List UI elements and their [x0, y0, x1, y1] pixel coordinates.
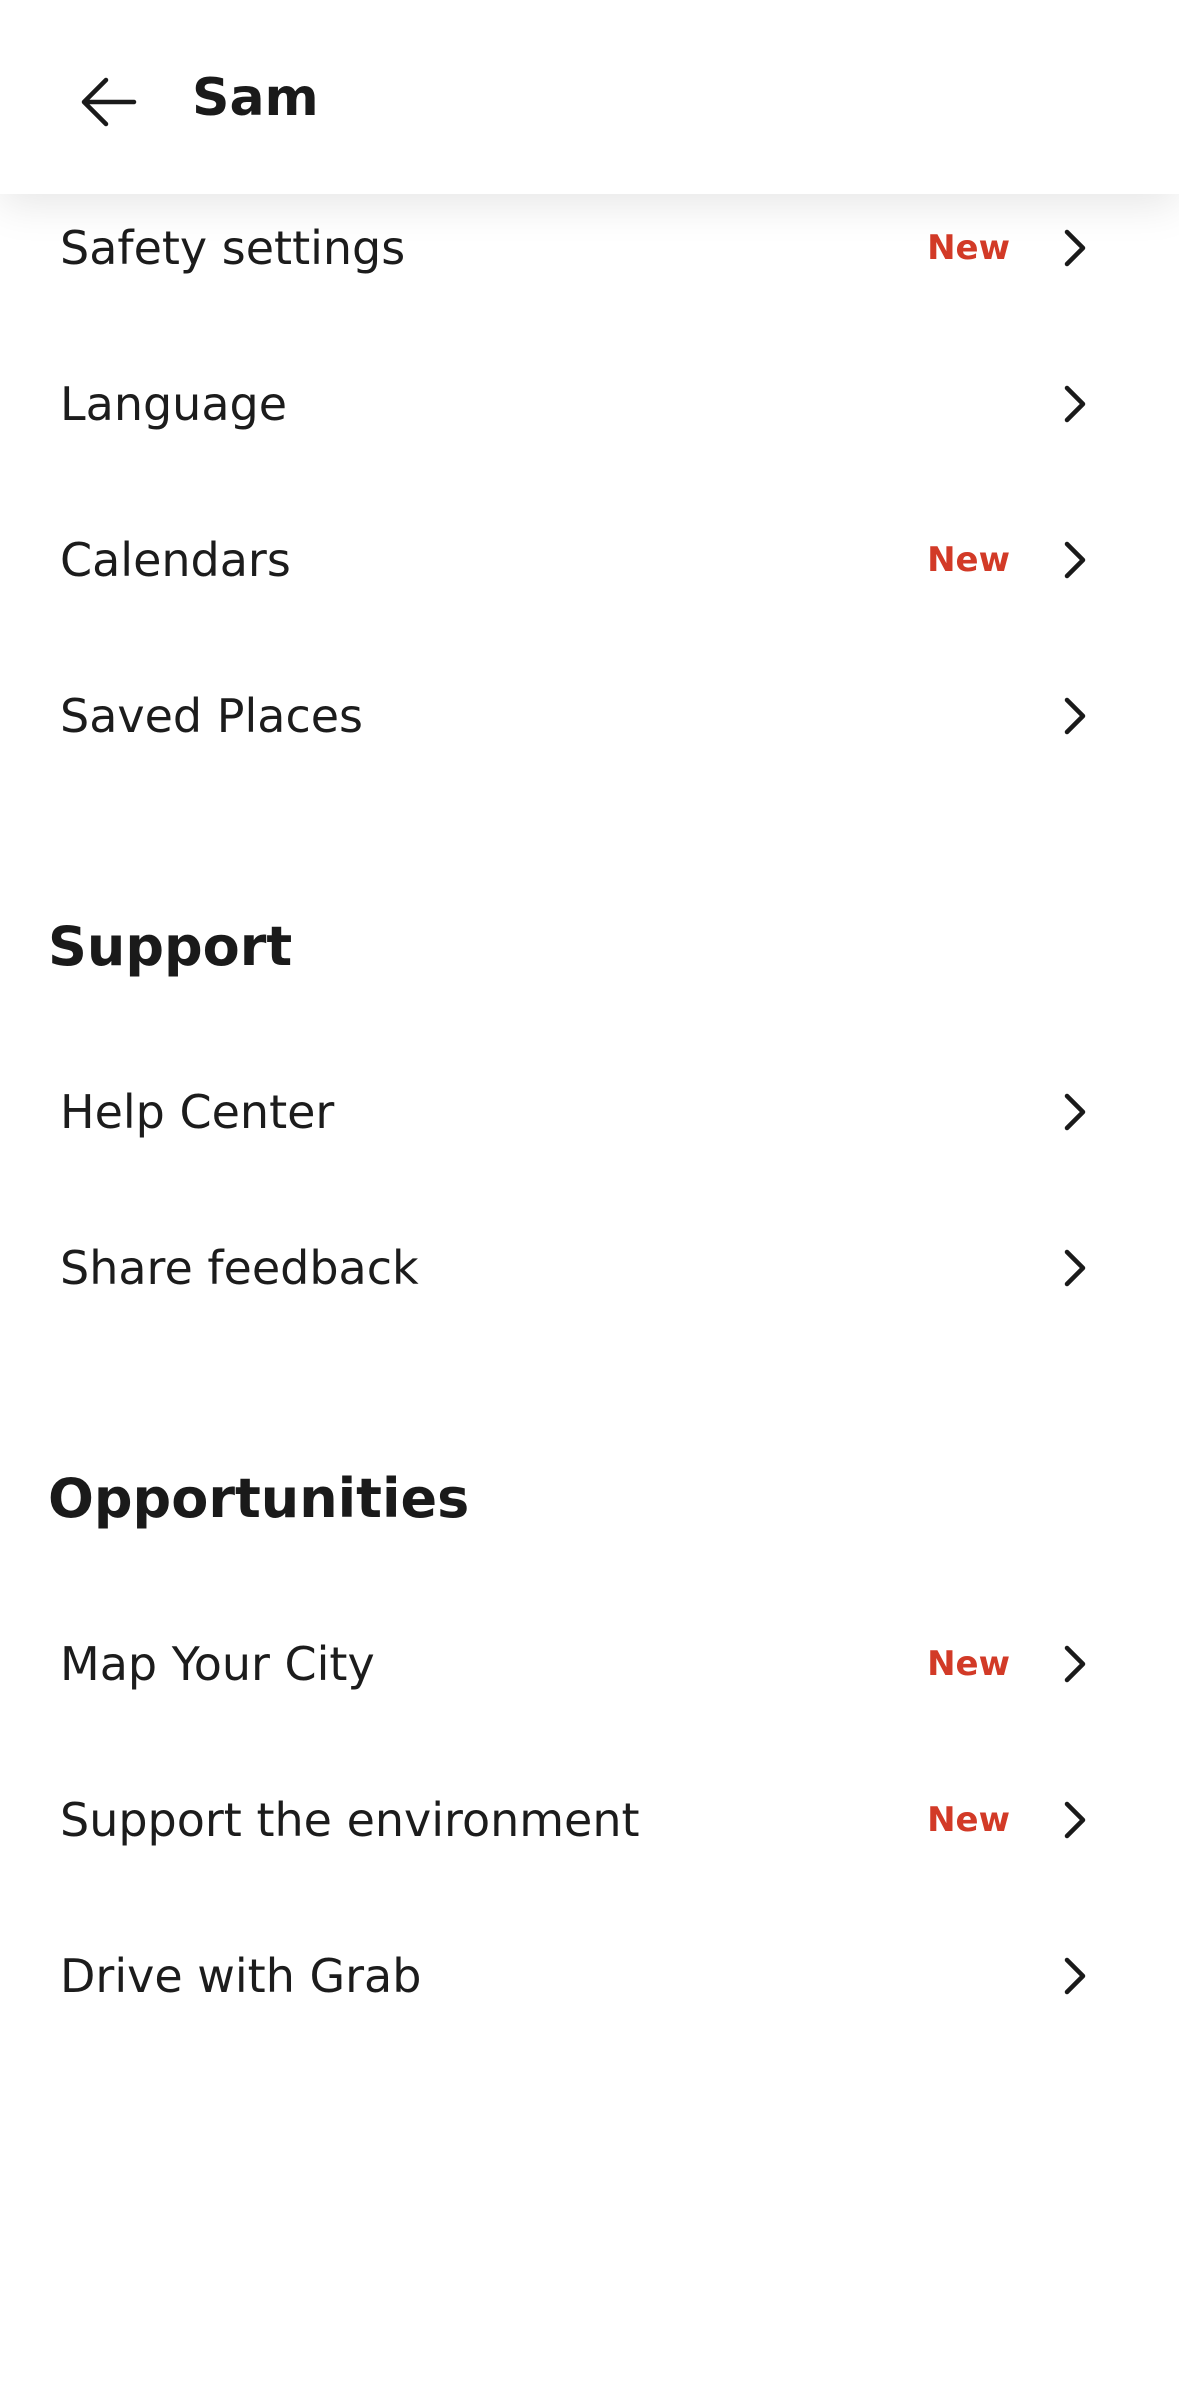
- menu-item-saved-places[interactable]: Saved Places: [0, 638, 1179, 794]
- menu-item-label: Share feedback: [60, 1241, 419, 1295]
- menu-item-help-center[interactable]: Help Center: [0, 1034, 1179, 1190]
- menu-item-label: Drive with Grab: [60, 1949, 422, 2003]
- new-badge: New: [927, 540, 1010, 580]
- section-title-support: Support: [48, 915, 293, 978]
- chevron-right-icon: [1064, 1801, 1086, 1839]
- menu-item-label: Map Your City: [60, 1637, 375, 1691]
- page-title: Sam: [192, 68, 319, 128]
- menu-item-drive-with-grab[interactable]: Drive with Grab: [0, 1898, 1179, 2054]
- chevron-right-icon: [1064, 1645, 1086, 1683]
- chevron-right-icon: [1064, 229, 1086, 267]
- arrow-left-icon: [81, 77, 137, 127]
- new-badge: New: [927, 1644, 1010, 1684]
- menu-item-map-your-city[interactable]: Map Your City New: [0, 1586, 1179, 1742]
- menu-item-label: Language: [60, 377, 288, 431]
- menu-item-label: Calendars: [60, 533, 291, 587]
- menu-item-label: Help Center: [60, 1085, 335, 1139]
- section-title-opportunities: Opportunities: [48, 1467, 470, 1530]
- back-button[interactable]: [66, 60, 150, 144]
- menu-item-language[interactable]: Language: [0, 326, 1179, 482]
- chevron-right-icon: [1064, 1957, 1086, 1995]
- app-header: Sam: [0, 0, 1179, 194]
- chevron-right-icon: [1064, 385, 1086, 423]
- new-badge: New: [927, 1800, 1010, 1840]
- chevron-right-icon: [1064, 1093, 1086, 1131]
- menu-item-calendars[interactable]: Calendars New: [0, 482, 1179, 638]
- menu-item-label: Saved Places: [60, 689, 363, 743]
- menu-item-support-the-environment[interactable]: Support the environment New: [0, 1742, 1179, 1898]
- new-badge: New: [927, 228, 1010, 268]
- menu-item-share-feedback[interactable]: Share feedback: [0, 1190, 1179, 1346]
- menu-item-label: Safety settings: [60, 221, 406, 275]
- menu-item-label: Support the environment: [60, 1793, 640, 1847]
- chevron-right-icon: [1064, 1249, 1086, 1287]
- chevron-right-icon: [1064, 697, 1086, 735]
- chevron-right-icon: [1064, 541, 1086, 579]
